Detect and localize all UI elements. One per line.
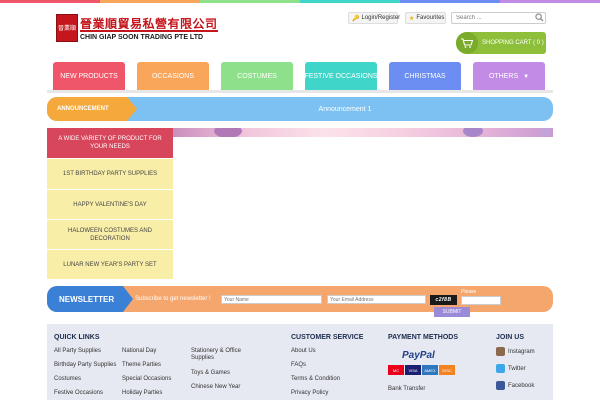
sidebar-item-valentines[interactable]: HAPPY VALENTINE'S DAY <box>47 189 173 219</box>
mastercard-icon: MC <box>388 365 404 375</box>
strip-segment <box>400 0 500 3</box>
footer-link[interactable]: About Us <box>291 348 316 355</box>
footer-link[interactable]: Chinese New Year <box>191 384 240 391</box>
captcha-image: c2f8B <box>430 295 457 305</box>
nav-christmas[interactable]: CHRISTMAS <box>389 62 461 91</box>
strip-segment <box>500 0 600 3</box>
customer-service-title: CUSTOMER SERVICE <box>291 334 364 341</box>
instagram-icon <box>496 347 505 356</box>
nav-others-label: OTHERS <box>488 73 519 80</box>
footer-link[interactable]: Theme Parties <box>122 362 161 369</box>
hero-banner[interactable] <box>173 128 553 279</box>
footer-link[interactable]: Stationery & Office Supplies <box>191 348 253 362</box>
footer: QUICK LINKS All Party Supplies Birthday … <box>47 324 553 400</box>
social-instagram-link[interactable]: Instagram <box>496 347 535 356</box>
social-label: Twitter <box>508 365 526 372</box>
amex-icon: AMEX <box>422 365 438 375</box>
footer-link[interactable]: Privacy Policy <box>291 390 328 397</box>
logo-emblem[interactable]: 晉業順 <box>56 14 78 42</box>
nav-new-products[interactable]: NEW PRODUCTS <box>53 62 125 91</box>
login-register-link[interactable]: 🔑 Login/Register <box>348 12 401 24</box>
main-nav: NEW PRODUCTS OCCASIONS COSTUMES FESTIVE … <box>53 62 548 91</box>
paypal-logo: PayPal <box>402 350 435 361</box>
strip-segment <box>0 0 100 3</box>
card-logos: MC VISA AMEX DISC <box>388 365 455 375</box>
top-color-strip <box>0 0 600 3</box>
footer-link[interactable]: All Party Supplies <box>54 348 101 355</box>
announcement-bar: ANNOUNCEMENT Announcement 1 <box>47 97 553 121</box>
footer-link[interactable]: Costumes <box>54 376 81 383</box>
login-label: Login/Register <box>361 15 401 21</box>
social-label: Instagram <box>508 348 535 355</box>
announcement-text[interactable]: Announcement 1 <box>137 97 553 121</box>
footer-link[interactable]: Festive Occasions <box>54 390 103 397</box>
nav-baseline <box>47 90 553 93</box>
strip-segment <box>100 0 200 3</box>
newsletter-label: NEWSLETTER <box>47 286 123 312</box>
announcement-label: ANNOUNCEMENT <box>47 97 127 121</box>
nav-costumes[interactable]: COSTUMES <box>221 62 293 91</box>
newsletter-name-input[interactable] <box>221 295 322 304</box>
discover-icon: DISC <box>439 365 455 375</box>
quick-links-title: QUICK LINKS <box>54 334 100 341</box>
category-sidebar: A WIDE VARIETY OF PRODUCT FOR YOUR NEEDS… <box>47 128 173 279</box>
caret-down-icon: ▼ <box>523 73 530 80</box>
social-twitter-link[interactable]: Twitter <box>496 364 526 373</box>
payment-methods-title: PAYMENT METHODS <box>388 334 459 341</box>
cart-icon <box>456 32 478 54</box>
search-input[interactable] <box>451 12 546 24</box>
key-icon: 🔑 <box>352 15 360 22</box>
strip-segment <box>300 0 400 3</box>
sidebar-header: A WIDE VARIETY OF PRODUCT FOR YOUR NEEDS <box>47 128 173 158</box>
nav-others[interactable]: OTHERS ▼ <box>473 62 545 91</box>
newsletter-arrow <box>123 286 133 312</box>
social-label: Facebook <box>508 382 535 389</box>
footer-link[interactable]: Terms & Condition <box>291 376 340 383</box>
strip-segment <box>200 0 300 3</box>
favourites-label: Favourites <box>416 15 445 21</box>
footer-link[interactable]: Holiday Parties <box>122 390 162 397</box>
twitter-icon <box>496 364 505 373</box>
captcha-label: Please <box>461 289 477 295</box>
join-us-title: JOIN US <box>496 334 525 341</box>
captcha-input[interactable] <box>461 296 501 305</box>
bank-transfer-text: Bank Transfer <box>388 386 426 392</box>
search-icon[interactable] <box>535 13 544 22</box>
shopping-cart-button[interactable]: SHOPPING CART ( 0 ) <box>456 32 546 54</box>
star-icon: ★ <box>409 15 415 22</box>
visa-icon: VISA <box>405 365 421 375</box>
footer-link[interactable]: FAQs <box>291 362 306 369</box>
sidebar-item-birthday[interactable]: 1ST BIRTHDAY PARTY SUPPLIES <box>47 158 173 189</box>
logo-chinese-name[interactable]: 晉業順貿易私營有限公司 <box>80 15 225 29</box>
footer-link[interactable]: Special Occasions <box>122 376 171 383</box>
cart-label: SHOPPING CART ( 0 ) <box>482 40 544 46</box>
logo-english-name[interactable]: CHIN GIAP SOON TRADING PTE LTD <box>80 34 225 41</box>
nav-occasions[interactable]: OCCASIONS <box>137 62 209 91</box>
social-facebook-link[interactable]: Facebook <box>496 381 534 390</box>
facebook-icon <box>496 381 505 390</box>
sidebar-item-lunar-new-year[interactable]: LUNAR NEW YEAR'S PARTY SET <box>47 249 173 279</box>
newsletter-submit-button[interactable]: SUBMIT <box>434 307 470 317</box>
footer-link[interactable]: Toys & Games <box>191 370 230 377</box>
announcement-arrow <box>127 97 137 121</box>
logo-underline <box>80 30 218 32</box>
favourites-link[interactable]: ★ Favourites <box>405 12 446 24</box>
newsletter-email-input[interactable] <box>327 295 426 304</box>
newsletter-bar: NEWSLETTER Subscribe to get newsletter !… <box>47 286 553 317</box>
nav-festive-occasions[interactable]: FESTIVE OCCASIONS <box>304 62 378 91</box>
sidebar-item-halloween[interactable]: HALOWEEN COSTUMES AND DECORATION <box>47 219 173 249</box>
footer-link[interactable]: Birthday Party Supplies <box>54 362 116 369</box>
footer-link[interactable]: National Day <box>122 348 156 355</box>
balloons-image <box>214 128 551 137</box>
